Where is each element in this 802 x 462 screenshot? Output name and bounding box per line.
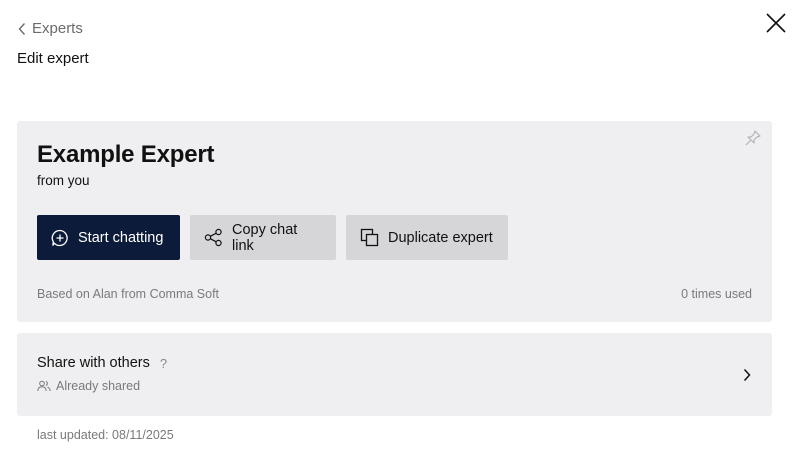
expert-origin: from you [37, 173, 90, 188]
page-title: Edit expert [17, 50, 89, 67]
start-chatting-button[interactable]: Start chatting [37, 215, 180, 260]
copy-chat-link-label: Copy chat link [232, 221, 298, 254]
duplicate-icon [360, 228, 379, 247]
start-chatting-label: Start chatting [78, 229, 164, 246]
back-to-experts-link[interactable]: Experts [17, 20, 83, 37]
share-title-label: Share with others [37, 355, 150, 371]
pin-icon[interactable] [744, 129, 762, 147]
duplicate-expert-label: Duplicate expert [388, 229, 493, 246]
based-on-text: Based on Alan from Comma Soft [37, 287, 220, 301]
copy-chat-link-button[interactable]: Copy chat link [190, 215, 336, 260]
share-nodes-icon [204, 228, 222, 247]
share-status: Already shared [37, 379, 140, 393]
share-with-others-row[interactable]: Share with others ? Already shared [17, 333, 772, 416]
share-status-label: Already shared [56, 379, 141, 393]
users-icon [37, 380, 51, 392]
expert-card: Example Expert from you Start chatting C… [17, 121, 772, 322]
chevron-left-icon [18, 22, 26, 35]
duplicate-expert-button[interactable]: Duplicate expert [346, 215, 508, 260]
back-link-label: Experts [32, 20, 83, 37]
times-used-count: 0 times used [681, 287, 752, 301]
last-updated-text: last updated: 08/11/2025 [37, 428, 174, 442]
chevron-right-icon [743, 368, 751, 382]
close-icon [766, 13, 786, 33]
close-button[interactable] [762, 9, 790, 37]
share-title: Share with others ? [37, 355, 167, 371]
chat-plus-icon [51, 229, 68, 246]
expert-name: Example Expert [37, 141, 215, 168]
help-icon[interactable]: ? [160, 356, 167, 371]
